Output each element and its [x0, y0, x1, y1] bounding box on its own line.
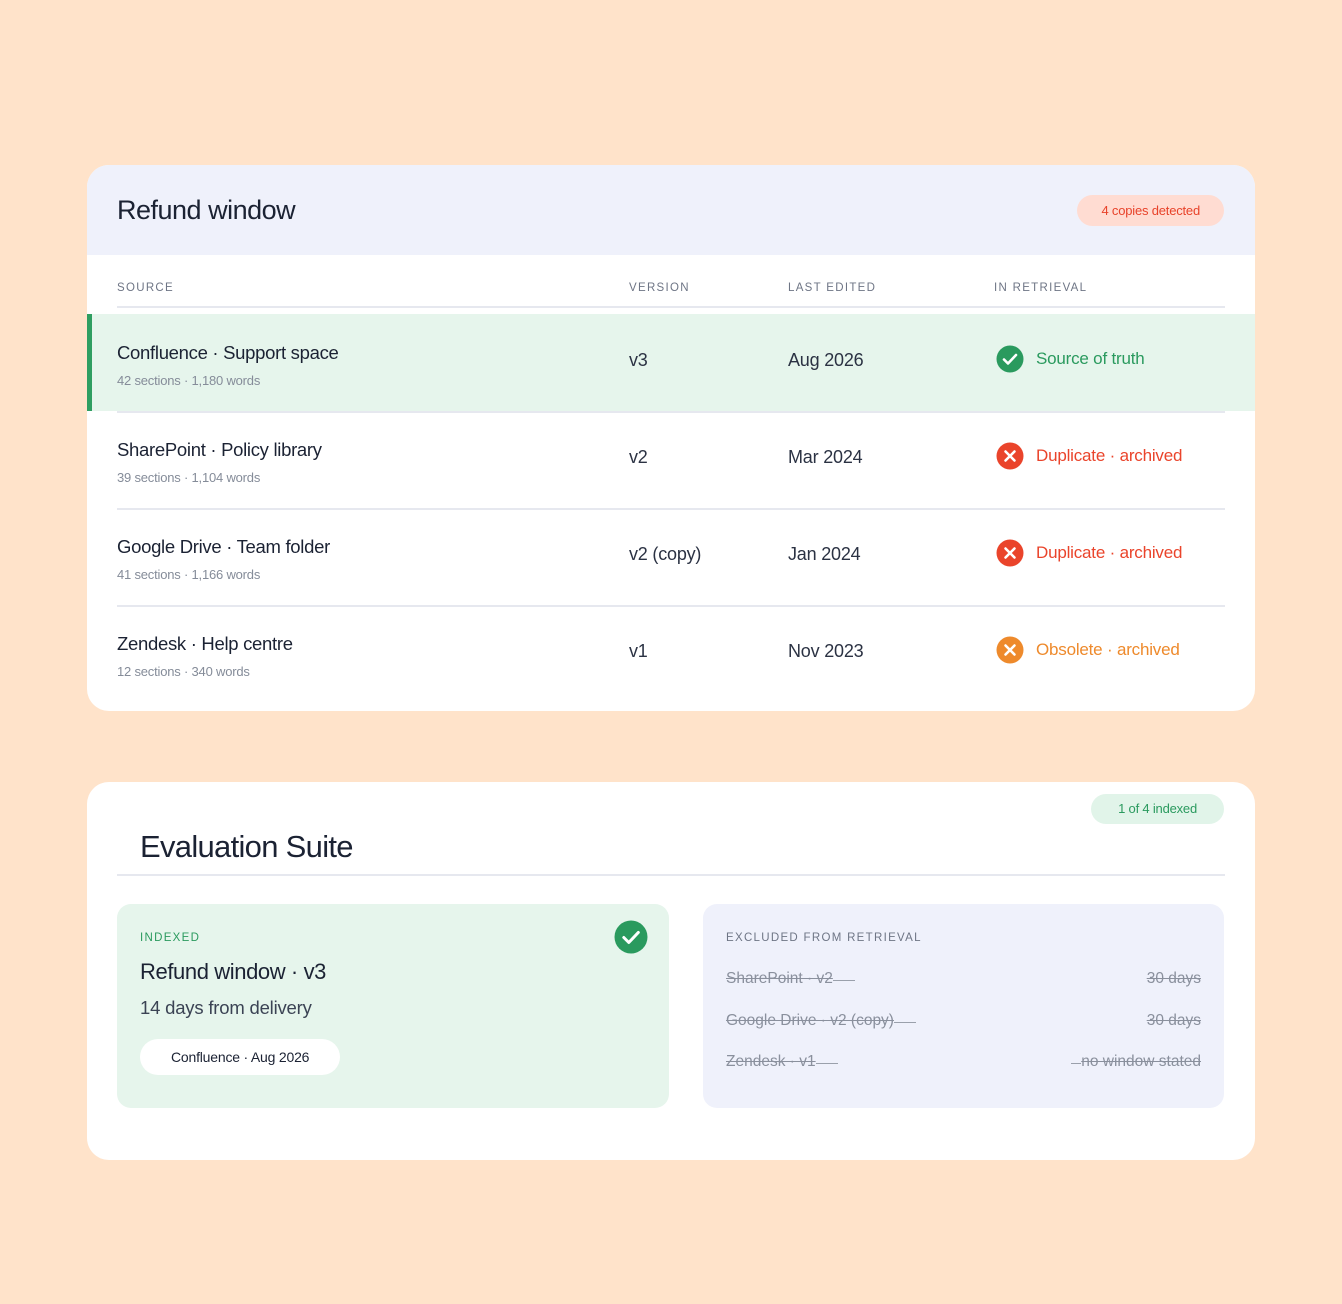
source-chip[interactable]: Confluence · Aug 2026: [140, 1039, 341, 1075]
list-item: Google Drive · v2 (copy) 30 days: [726, 1012, 1201, 1036]
indexed-title: Refund window · v3: [140, 959, 327, 984]
row-divider: [117, 411, 1225, 413]
excluded-source: Google Drive · v2 (copy): [726, 1012, 916, 1030]
x-circle-icon: [996, 442, 1024, 470]
version-cell: v2 (copy): [629, 544, 702, 564]
indexed-count-badge: 1 of 4 indexed: [1091, 794, 1224, 824]
source-meta: 39 sections · 1,104 words: [117, 470, 261, 485]
column-header-version: VERSION: [629, 282, 690, 294]
row-divider: [117, 605, 1225, 607]
excluded-value: 30 days: [1146, 1012, 1201, 1029]
last-edited-cell: Jan 2024: [788, 544, 861, 564]
version-cell: v3: [629, 350, 648, 370]
list-item: Zendesk · v1 no window stated: [726, 1053, 1201, 1077]
source-name: Google Drive · Team folder: [117, 536, 330, 557]
source-meta: 12 sections · 340 words: [117, 664, 250, 679]
column-header-source: SOURCE: [117, 282, 175, 294]
excluded-value: no window stated: [1071, 1053, 1201, 1071]
status-label: Duplicate · archived: [1036, 543, 1183, 562]
check-circle-icon: [614, 920, 648, 954]
copies-detected-badge: 4 copies detected: [1077, 195, 1224, 226]
source-name: Confluence · Support space: [117, 342, 339, 363]
x-circle-icon: [996, 539, 1024, 567]
status-label: Source of truth: [1036, 349, 1145, 368]
refund-window-card: Refund window 4 copies detected SOURCE V…: [87, 165, 1255, 711]
card-title: Refund window: [117, 195, 296, 225]
retrieval-status: Duplicate · archived: [996, 539, 1182, 567]
column-header-last-edited: LAST EDITED: [788, 282, 877, 294]
section-title: Evaluation Suite: [140, 829, 354, 864]
status-label: Obsolete · archived: [1036, 640, 1180, 659]
source-name: SharePoint · Policy library: [117, 439, 322, 460]
table-row[interactable]: Zendesk · Help centre 12 sections · 340 …: [87, 605, 1255, 702]
indexed-label: INDEXED: [140, 932, 201, 944]
check-circle-icon: [996, 345, 1024, 373]
excluded-source: Zendesk · v1: [726, 1053, 838, 1071]
indexed-panel: INDEXED Refund window · v3 14 days from …: [117, 904, 669, 1108]
source-name: Zendesk · Help centre: [117, 633, 293, 654]
source-meta: 41 sections · 1,166 words: [117, 567, 261, 582]
card-header: Refund window 4 copies detected: [87, 165, 1255, 255]
table-row[interactable]: Google Drive · Team folder 41 sections ·…: [87, 508, 1255, 605]
row-divider: [117, 508, 1225, 510]
excluded-label: EXCLUDED FROM RETRIEVAL: [726, 932, 922, 944]
last-edited-cell: Aug 2026: [788, 350, 864, 370]
table-row[interactable]: Confluence · Support space 42 sections ·…: [87, 314, 1255, 411]
version-cell: v1: [629, 641, 648, 661]
table-row[interactable]: SharePoint · Policy library 39 sections …: [87, 411, 1255, 508]
evaluation-suite-card: 1 of 4 indexed Evaluation Suite INDEXED …: [87, 782, 1255, 1160]
excluded-source: SharePoint · v2: [726, 970, 855, 988]
status-label: Duplicate · archived: [1036, 446, 1183, 465]
excluded-panel: EXCLUDED FROM RETRIEVAL SharePoint · v2 …: [703, 904, 1224, 1108]
title-divider: [117, 874, 1225, 876]
indexed-subtitle: 14 days from delivery: [140, 997, 312, 1018]
last-edited-cell: Nov 2023: [788, 641, 864, 661]
x-circle-icon: [996, 636, 1024, 664]
version-cell: v2: [629, 447, 648, 467]
excluded-value: 30 days: [1146, 970, 1201, 987]
source-meta: 42 sections · 1,180 words: [117, 373, 261, 388]
header-divider: [117, 306, 1225, 308]
retrieval-status: Obsolete · archived: [996, 636, 1180, 664]
retrieval-status: Duplicate · archived: [996, 442, 1182, 470]
last-edited-cell: Mar 2024: [788, 447, 863, 467]
retrieval-status: Source of truth: [996, 345, 1145, 373]
column-header-in-retrieval: IN RETRIEVAL: [994, 282, 1088, 294]
list-item: SharePoint · v2 30 days: [726, 970, 1201, 994]
